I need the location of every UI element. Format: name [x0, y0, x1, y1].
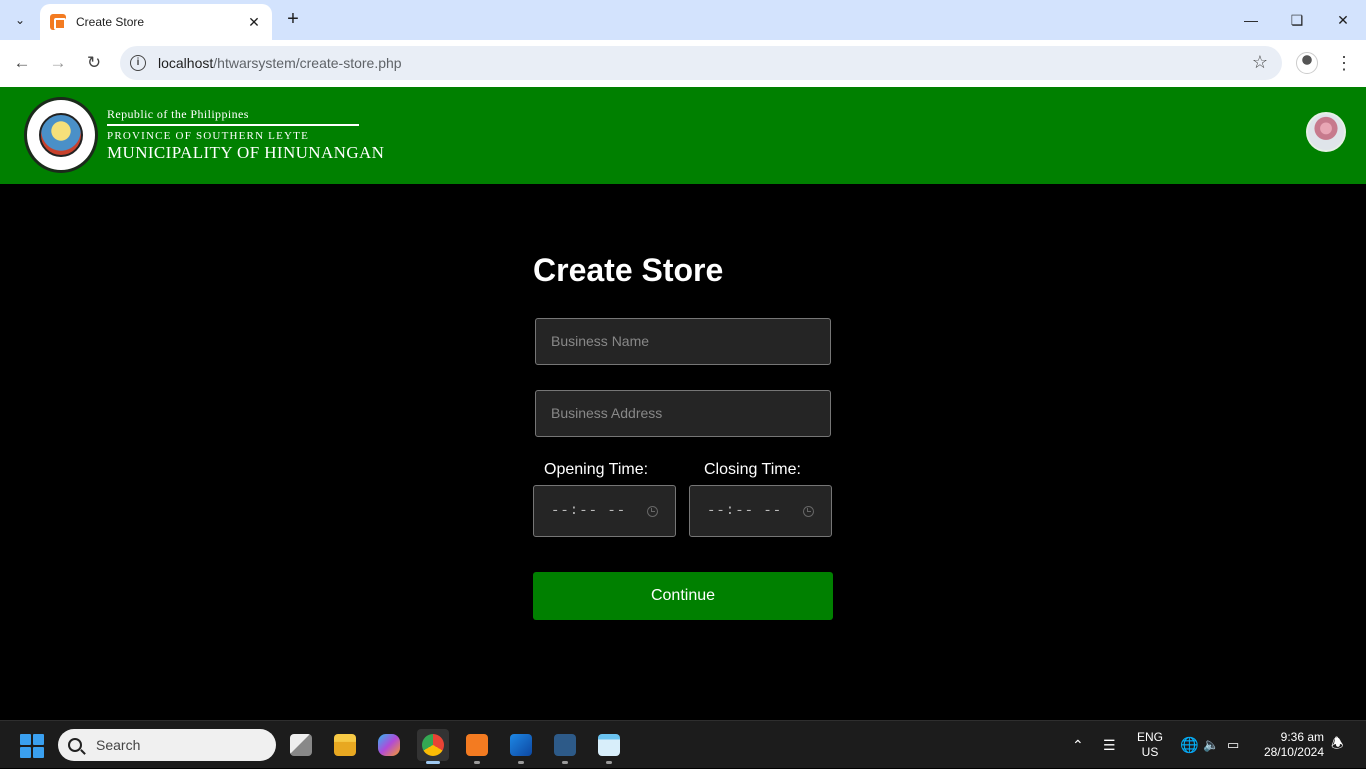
tab-search-chevron-icon[interactable]: ⌄ — [6, 6, 34, 34]
back-icon[interactable]: ← — [9, 50, 35, 76]
restore-icon[interactable]: ❏ — [1285, 8, 1309, 32]
browser-menu-icon[interactable]: ⋮ — [1334, 50, 1354, 76]
closing-time-value: --:-- -- — [707, 503, 783, 519]
browser-toolbar: ← → ↻ i localhost/htwarsystem/create-sto… — [0, 40, 1366, 87]
minimize-icon[interactable]: — — [1239, 8, 1263, 32]
xampp-icon[interactable] — [461, 729, 493, 764]
language-indicator[interactable]: ENG US — [1136, 730, 1164, 760]
taskbar-clock[interactable]: 9:36 am 28/10/2024 — [1252, 730, 1324, 760]
app-header: Republic of the Philippines PROVINCE OF … — [0, 87, 1366, 184]
header-divider — [107, 124, 359, 126]
browser-tab[interactable]: Create Store ✕ — [40, 4, 272, 40]
close-window-icon[interactable]: ✕ — [1331, 8, 1355, 32]
reload-icon[interactable]: ↻ — [81, 50, 107, 76]
network-globe-icon[interactable]: 🌐 — [1180, 721, 1199, 769]
forward-icon[interactable]: → — [45, 50, 71, 76]
page-title: Create Store — [533, 252, 724, 288]
municipality-seal-logo — [24, 97, 98, 173]
opening-time-label: Opening Time: — [544, 461, 649, 478]
clock-icon[interactable] — [803, 505, 814, 517]
continue-button[interactable]: Continue — [533, 572, 833, 620]
opening-time-input[interactable]: --:-- -- — [533, 485, 676, 537]
user-avatar[interactable] — [1306, 112, 1346, 152]
opening-time-value: --:-- -- — [551, 503, 627, 519]
new-tab-button[interactable]: + — [282, 8, 304, 30]
header-titles: Republic of the Philippines PROVINCE OF … — [107, 107, 384, 163]
volume-icon[interactable]: 🔈 — [1203, 721, 1219, 769]
windows-taskbar: Search ⌃ ☰ ENG US 🌐 🔈 ▭ 9:36 am 28/10/20… — [0, 720, 1366, 768]
clock-icon[interactable] — [647, 505, 658, 517]
header-municipality: MUNICIPALITY OF HINUNANGAN — [107, 142, 385, 162]
taskbar-search-label: Search — [96, 737, 141, 753]
battery-icon[interactable]: ▭ — [1227, 721, 1239, 769]
url-text: localhost/htwarsystem/create-store.php — [158, 55, 402, 71]
file-explorer-icon[interactable] — [329, 729, 361, 761]
bookmark-star-icon[interactable]: ☆ — [1252, 52, 1268, 73]
taskbar-search[interactable]: Search — [58, 729, 276, 761]
notification-bell-icon[interactable]: 🕭 — [1331, 721, 1344, 769]
address-bar[interactable]: i localhost/htwarsystem/create-store.php… — [120, 46, 1282, 80]
copilot-icon[interactable] — [373, 729, 405, 761]
mysql-workbench-icon[interactable] — [549, 729, 581, 764]
search-icon — [68, 738, 82, 752]
tab-title: Create Store — [76, 15, 145, 29]
closing-time-input[interactable]: --:-- -- — [689, 485, 832, 537]
tab-close-icon[interactable]: ✕ — [246, 14, 262, 31]
header-republic: Republic of the Philippines — [107, 107, 249, 121]
closing-time-label: Closing Time: — [704, 461, 801, 478]
notepad-icon[interactable] — [593, 729, 625, 764]
header-province: PROVINCE OF SOUTHERN LEYTE — [107, 129, 310, 142]
start-windows-icon[interactable] — [20, 734, 44, 758]
vscode-icon[interactable] — [505, 729, 537, 764]
show-hidden-icons-chevron-icon[interactable]: ⌃ — [1072, 721, 1084, 769]
task-view-icon[interactable] — [285, 729, 317, 761]
xampp-favicon-icon — [50, 14, 66, 30]
browser-tab-bar: ⌄ Create Store ✕ + — ❏ ✕ — [0, 0, 1366, 40]
browser-profile-avatar[interactable] — [1296, 52, 1318, 74]
business-name-input[interactable]: Business Name — [535, 318, 831, 365]
site-info-icon[interactable]: i — [130, 55, 146, 71]
chrome-icon[interactable] — [417, 729, 449, 764]
notification-center-icon[interactable]: ☰ — [1103, 721, 1116, 769]
business-address-input[interactable]: Business Address — [535, 390, 831, 437]
